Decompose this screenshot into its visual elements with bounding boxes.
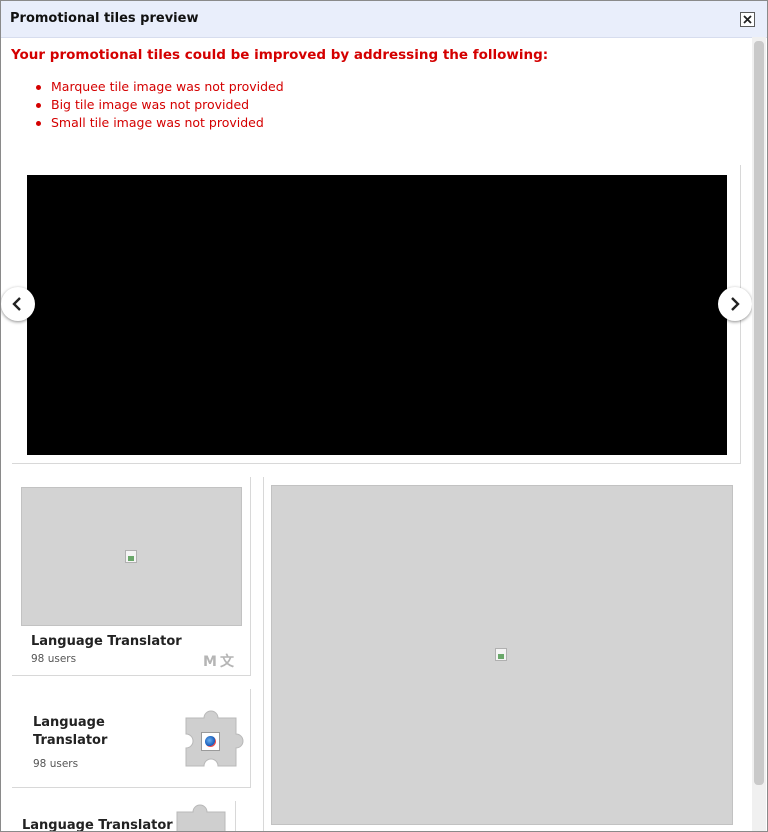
- small-tile-icons: M文: [203, 651, 237, 671]
- next-button[interactable]: [718, 287, 752, 321]
- scrollbar-thumb[interactable]: [754, 41, 764, 785]
- broken-image-icon: [495, 648, 507, 661]
- list-tile-name-line2: Translator: [33, 733, 108, 748]
- issue-item: Big tile image was not provided: [33, 96, 284, 114]
- warning-heading: Your promotional tiles could be improved…: [11, 47, 549, 63]
- close-icon: [743, 15, 752, 24]
- broken-image-icon: [125, 550, 137, 563]
- vertical-scrollbar[interactable]: [752, 37, 766, 831]
- marquee-tile-image[interactable]: [27, 175, 727, 455]
- list-tile-name: Language Translator: [22, 818, 173, 832]
- chevron-left-icon: [12, 297, 21, 311]
- close-button[interactable]: [740, 12, 755, 27]
- app-logo-icon: [201, 732, 220, 751]
- promo-tiles-dialog: Promotional tiles preview Your promotion…: [0, 0, 768, 832]
- issue-item: Small tile image was not provided: [33, 114, 284, 132]
- extension-puzzle-icon: [176, 804, 226, 831]
- dialog-titlebar: Promotional tiles preview: [1, 1, 767, 38]
- previous-button[interactable]: [1, 287, 35, 321]
- translate-icon: 文: [219, 654, 234, 670]
- gmail-icon: M: [203, 654, 217, 670]
- issue-list: Marquee tile image was not provided Big …: [33, 78, 284, 132]
- list-tile-name-line1: Language: [33, 715, 105, 730]
- small-tile-name: Language Translator: [31, 634, 182, 649]
- small-tile-users: 98 users: [31, 653, 77, 665]
- dialog-title: Promotional tiles preview: [10, 11, 199, 26]
- issue-item: Marquee tile image was not provided: [33, 78, 284, 96]
- chevron-right-icon: [731, 297, 740, 311]
- list-tile-users: 98 users: [33, 758, 79, 770]
